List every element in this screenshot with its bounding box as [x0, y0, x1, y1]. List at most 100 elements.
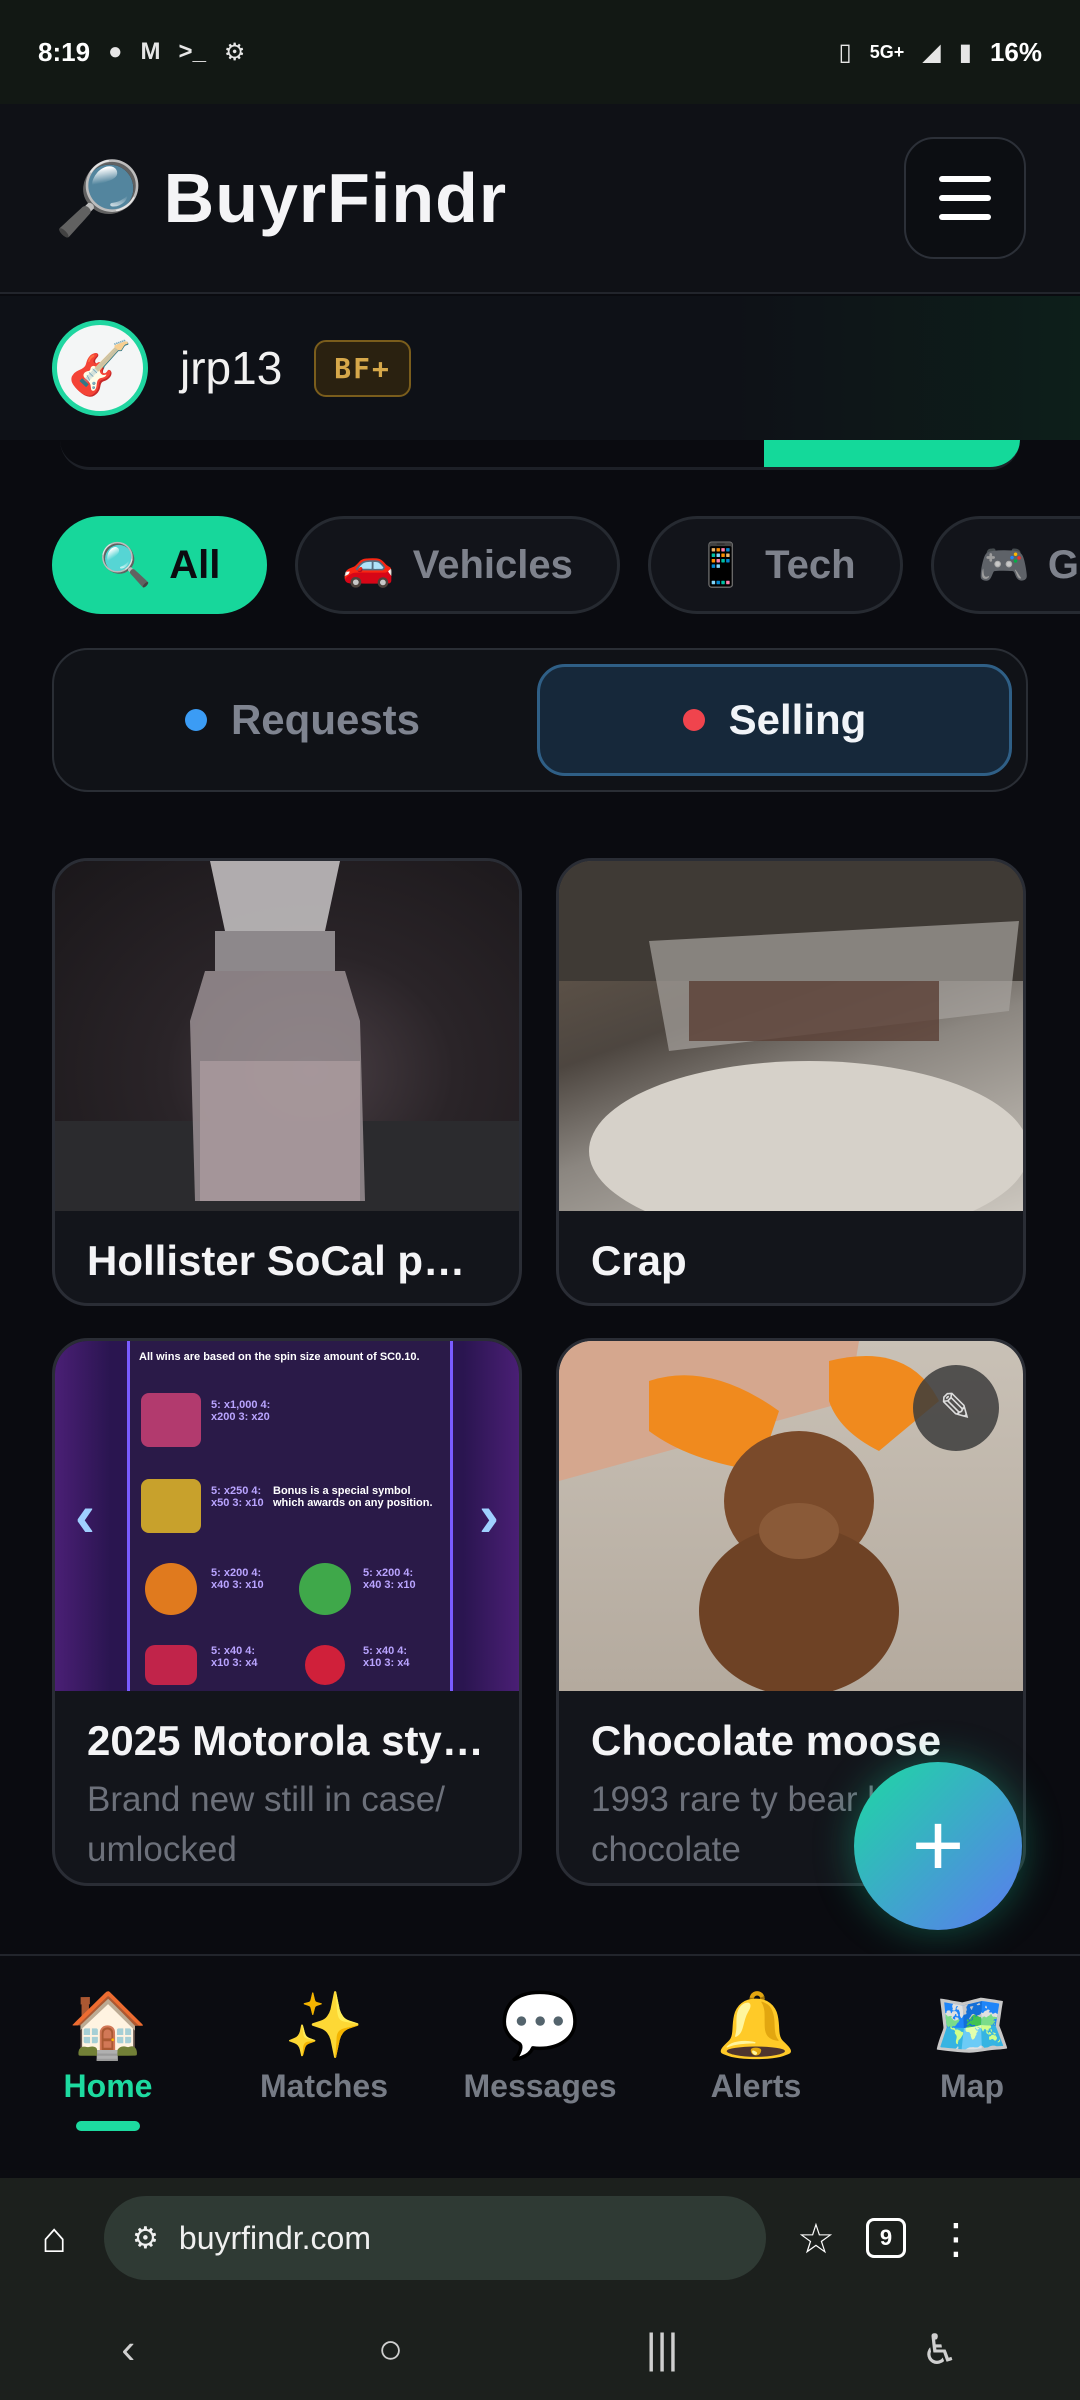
star-icon[interactable]: ☆ — [790, 2214, 842, 2263]
bell-icon: 🔔 — [716, 1989, 796, 2061]
guitar-payouts: 5: x200 4: x40 3: x10 — [211, 1567, 264, 1591]
joker-payouts: 5: x1,000 4: x200 3: x20 — [211, 1399, 271, 1423]
game-paytable-header: All wins are based on the spin size amou… — [139, 1351, 420, 1363]
vibrate-icon: ▯ — [838, 38, 852, 66]
pencil-icon: ✎ — [939, 1386, 973, 1430]
nav-label: Alerts — [710, 2068, 802, 2104]
maracas-symbol-icon — [299, 1563, 351, 1615]
pepper-payouts: 5: x40 4: x10 3: x4 — [211, 1645, 258, 1669]
house-icon: 🏠 — [68, 1989, 148, 2061]
guitar-icon: 🎸 — [67, 339, 133, 398]
phone-icon: 📱 — [694, 540, 748, 588]
browser-toolbar: ⌂ ⚙ buyrfindr.com ☆ 9 ⋮ — [0, 2178, 1080, 2298]
chip-label: Tech — [765, 542, 856, 587]
red-dot-icon — [682, 709, 705, 731]
back-icon[interactable]: ‹ — [121, 2325, 135, 2373]
edit-listing-button[interactable]: ✎ — [913, 1365, 999, 1451]
home-circle-icon[interactable]: ○ — [378, 2325, 403, 2373]
membership-badge: BF+ — [314, 339, 411, 397]
listing-title: Chocolate moose — [591, 1717, 942, 1764]
nav-alerts[interactable]: 🔔 Alerts — [656, 1986, 856, 2105]
listing-description: Brand new still in case/ umlocked — [87, 1780, 445, 1869]
tab-switcher-button[interactable]: 9 — [866, 2218, 906, 2258]
status-bar: 8:19 ● M >_ ⚙ ▯ 5G+ ◢ ▮ 16% — [0, 0, 1080, 104]
sparkles-icon: ✨ — [284, 1989, 364, 2061]
nav-label: Matches — [259, 2068, 389, 2104]
requests-label: Requests — [230, 696, 421, 743]
listing-card[interactable]: All wins are based on the spin size amou… — [52, 1338, 522, 1886]
chip-label: Ga — [1047, 542, 1080, 587]
progress-fill — [764, 440, 1020, 467]
recents-icon[interactable]: ||| — [646, 2325, 679, 2373]
listing-image-plastic-container — [559, 861, 1023, 1211]
site-settings-icon[interactable]: ⚙ — [132, 2221, 159, 2256]
hamburger-icon — [939, 176, 991, 182]
speech-bubble-icon: 💬 — [500, 1989, 580, 2061]
listing-title: Crap — [591, 1237, 687, 1284]
create-listing-button[interactable]: + — [854, 1762, 1022, 1930]
chevron-left-icon[interactable]: ‹ — [75, 1481, 95, 1550]
brand-name: BuyrFindr — [163, 159, 508, 237]
system-navigation: ‹ ○ ||| ♿ — [0, 2298, 1080, 2400]
selling-label: Selling — [728, 696, 867, 743]
chip-vehicles[interactable]: 🚗 Vehicles — [295, 516, 620, 614]
active-indicator — [76, 2121, 140, 2131]
joker-symbol-icon — [141, 1393, 201, 1447]
chip-all[interactable]: 🔍 All — [52, 516, 268, 614]
listing-type-toggle: Requests Selling — [52, 648, 1028, 792]
blue-dot-icon — [184, 709, 207, 731]
listing-image-perfume-bottle — [55, 861, 519, 1211]
container-illustration — [559, 861, 1023, 1211]
category-chips-scroller[interactable]: 🔍 All 🚗 Vehicles 📱 Tech 🎮 Ga — [0, 500, 1080, 630]
nav-map[interactable]: 🗺️ Map — [872, 1986, 1072, 2105]
chip-label: All — [169, 542, 221, 587]
progress-bar — [60, 440, 1020, 470]
requests-tab[interactable]: Requests — [68, 664, 537, 776]
maracas-payouts: 5: x200 4: x40 3: x10 — [363, 1567, 416, 1591]
avatar[interactable]: 🎸 — [52, 320, 148, 416]
signal-icon: ◢ — [922, 38, 941, 66]
network-type: 5G+ — [869, 41, 905, 62]
listing-title: 2025 Motorola sty… — [87, 1717, 484, 1764]
status-bar-left: 8:19 ● M >_ ⚙ — [38, 37, 245, 68]
url-text: buyrfindr.com — [178, 2219, 371, 2256]
nav-matches[interactable]: ✨ Matches — [224, 1986, 424, 2105]
status-bar-right: ▯ 5G+ ◢ ▮ 16% — [839, 37, 1042, 68]
chip-label: Vehicles — [412, 542, 573, 587]
battery-icon: ▮ — [958, 38, 972, 66]
nav-messages[interactable]: 💬 Messages — [440, 1986, 640, 2105]
guitar-symbol-icon — [145, 1563, 197, 1615]
heart-payouts: 5: x40 4: x10 3: x4 — [363, 1645, 410, 1669]
selling-tab[interactable]: Selling — [537, 664, 1012, 776]
address-bar[interactable]: ⚙ buyrfindr.com — [104, 2196, 766, 2280]
category-chips: 🔍 All 🚗 Vehicles 📱 Tech 🎮 Ga — [52, 516, 1080, 614]
nav-label: Map — [940, 2068, 1004, 2104]
listing-image-carousel[interactable]: All wins are based on the spin size amou… — [55, 1341, 519, 1691]
listing-card[interactable]: Hollister SoCal pe… — [52, 858, 522, 1306]
accessibility-icon[interactable]: ♿ — [921, 2325, 959, 2374]
chip-tech[interactable]: 📱 Tech — [647, 516, 903, 614]
app-header: 🔎 BuyrFindr — [0, 104, 1080, 294]
brand-logo[interactable]: 🔎 BuyrFindr — [54, 156, 507, 241]
chevron-right-icon[interactable]: › — [479, 1481, 499, 1550]
bonus-note: Bonus is a special symbol which awards o… — [273, 1485, 433, 1509]
status-time: 8:19 — [38, 36, 91, 67]
heart-symbol-icon — [305, 1645, 345, 1685]
nav-home[interactable]: 🏠 Home — [8, 1986, 208, 2131]
terminal-icon: >_ — [178, 38, 206, 65]
perfume-bottle-illustration — [55, 861, 519, 1211]
more-options-icon[interactable]: ⋮ — [930, 2214, 982, 2263]
gamepad-icon: 🎮 — [977, 540, 1030, 588]
menu-button[interactable] — [904, 137, 1026, 259]
pepper-symbol-icon — [145, 1645, 197, 1685]
chip-games[interactable]: 🎮 Ga — [930, 516, 1080, 614]
username[interactable]: jrp13 — [180, 341, 282, 395]
listing-image-plush-moose: ✎ — [559, 1341, 1023, 1691]
magnifier-icon: 🔎 — [54, 158, 144, 239]
search-icon: 🔍 — [99, 540, 152, 588]
listing-card[interactable]: Crap — [556, 858, 1026, 1306]
bottom-navigation: 🏠 Home ✨ Matches 💬 Messages 🔔 Alerts 🗺️ … — [0, 1954, 1080, 2178]
gmail-icon: M — [140, 38, 161, 65]
battery-level: 16% — [989, 36, 1042, 67]
home-icon[interactable]: ⌂ — [28, 2214, 80, 2262]
